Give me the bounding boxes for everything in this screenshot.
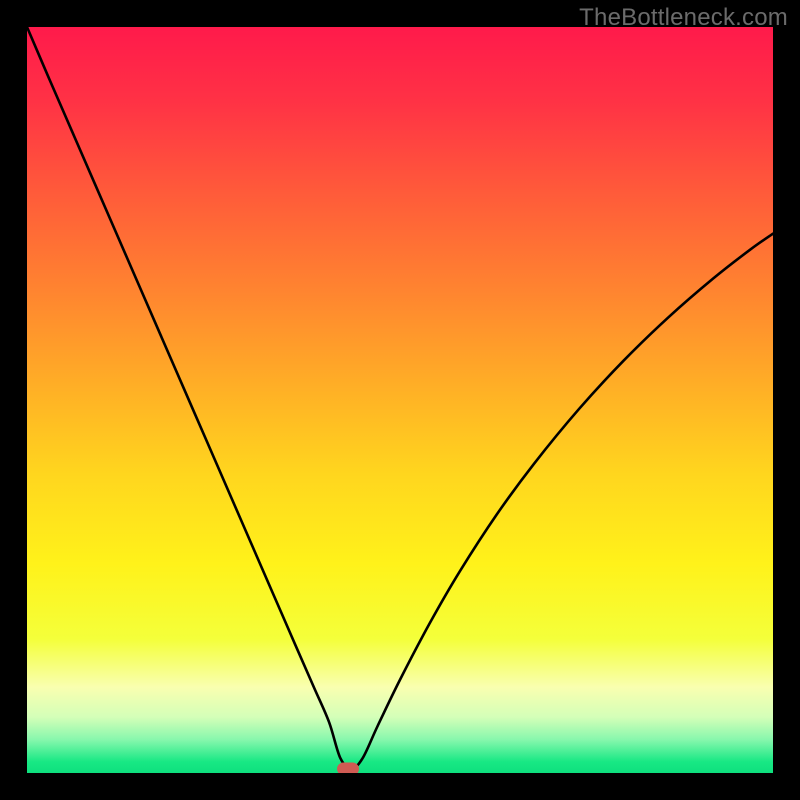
- chart-frame: TheBottleneck.com: [0, 0, 800, 800]
- plot-area: [27, 27, 773, 773]
- optimal-point-marker: [337, 763, 359, 773]
- watermark-text: TheBottleneck.com: [579, 4, 788, 32]
- gradient-background: [27, 27, 773, 773]
